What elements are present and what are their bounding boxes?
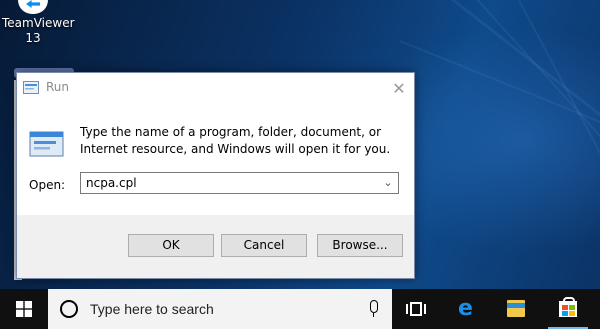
- dialog-footer: OK Cancel Browse...: [17, 215, 414, 278]
- edge-icon: e: [458, 296, 473, 321]
- microphone-icon[interactable]: [370, 300, 378, 318]
- store-taskbar-button[interactable]: [544, 289, 592, 329]
- task-view-button[interactable]: [394, 289, 442, 329]
- desktop-icon-teamviewer[interactable]: TeamViewer 13: [2, 0, 75, 46]
- cancel-button[interactable]: Cancel: [221, 234, 307, 257]
- windows-logo-icon: [16, 301, 32, 317]
- cortana-icon: [60, 300, 78, 318]
- browse-button[interactable]: Browse...: [317, 234, 403, 257]
- dialog-title: Run: [46, 80, 70, 94]
- ok-button[interactable]: OK: [128, 234, 214, 257]
- taskbar-search-box[interactable]: Type here to search: [48, 289, 392, 329]
- dialog-body: Type the name of a program, folder, docu…: [17, 104, 414, 215]
- run-dialog: Run ✕ Type the name of a program, folder…: [16, 72, 415, 279]
- start-button[interactable]: [0, 289, 48, 329]
- open-label: Open:: [29, 178, 66, 192]
- chevron-down-icon[interactable]: ⌄: [378, 173, 398, 193]
- edge-taskbar-button[interactable]: e: [444, 289, 492, 329]
- file-explorer-taskbar-button[interactable]: [492, 289, 540, 329]
- teamviewer-icon: [18, 0, 48, 14]
- open-combobox[interactable]: ⌄: [80, 172, 399, 194]
- close-button[interactable]: ✕: [384, 73, 414, 104]
- dialog-titlebar[interactable]: Run ✕: [17, 73, 414, 104]
- dialog-description: Type the name of a program, folder, docu…: [80, 125, 391, 156]
- open-input[interactable]: [81, 173, 381, 193]
- search-placeholder: Type here to search: [90, 301, 214, 317]
- run-icon: [23, 81, 39, 94]
- desktop-icon-label: TeamViewer 13: [2, 16, 75, 45]
- run-program-icon: [29, 131, 64, 157]
- close-icon: ✕: [392, 79, 406, 98]
- taskbar: Type here to search e: [0, 289, 600, 329]
